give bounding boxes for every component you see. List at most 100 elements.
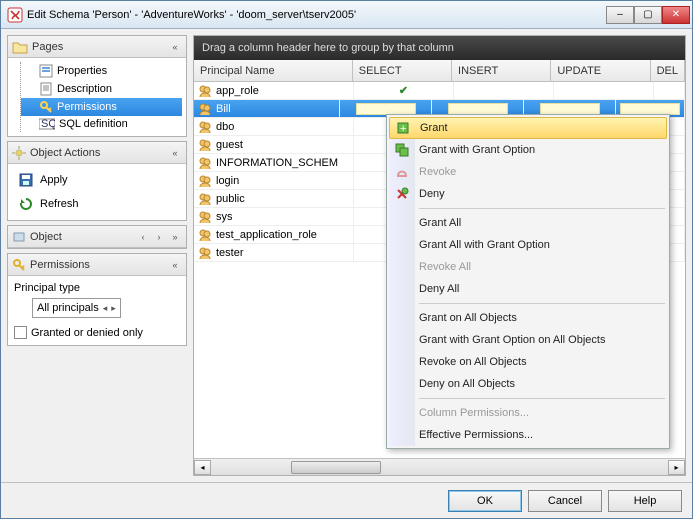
col-delete[interactable]: DEL <box>651 60 685 81</box>
folder-icon <box>12 40 28 54</box>
check-icon: ✔ <box>399 84 408 97</box>
col-select[interactable]: SELECT <box>353 60 452 81</box>
horizontal-scrollbar[interactable]: ◂ ▸ <box>194 458 685 475</box>
menu-item[interactable]: Deny All <box>389 278 667 300</box>
col-principal[interactable]: Principal Name <box>194 60 353 81</box>
perm-cell[interactable] <box>454 82 554 99</box>
grid-header: Principal Name SELECT INSERT UPDATE DEL <box>194 60 685 82</box>
scroll-left-button[interactable]: ◂ <box>194 460 211 475</box>
menu-item: Column Permissions... <box>389 402 667 424</box>
menu-label: Revoke <box>419 166 456 178</box>
menu-label: Deny <box>419 188 445 200</box>
menu-item: Revoke <box>389 161 667 183</box>
maximize-button[interactable]: ▢ <box>634 6 662 24</box>
principal-type-combo[interactable]: All principals ◂ ▸ <box>32 298 121 318</box>
help-button[interactable]: Help <box>608 490 682 512</box>
principal-name: guest <box>216 139 243 151</box>
menu-item[interactable]: Effective Permissions... <box>389 424 667 446</box>
tree-item-sql[interactable]: SQL SQL definition <box>21 116 182 132</box>
scroll-track[interactable] <box>211 460 668 475</box>
chevron-right-icon: ▸ <box>111 303 116 314</box>
principal-name: sys <box>216 211 233 223</box>
tree-label: Properties <box>57 65 107 77</box>
role-icon <box>198 156 212 170</box>
gear-icon <box>12 146 26 160</box>
tree-label: SQL definition <box>59 118 128 130</box>
description-icon <box>39 82 53 96</box>
menu-item[interactable]: Revoke on All Objects <box>389 351 667 373</box>
principal-name: Bill <box>216 103 231 115</box>
chevron-left-icon: ◂ <box>103 303 108 314</box>
menu-item[interactable]: Grant with Grant Option on All Objects <box>389 329 667 351</box>
edit-cell[interactable] <box>356 103 416 115</box>
menu-label: Grant All with Grant Option <box>419 239 550 251</box>
next-button[interactable]: › <box>152 230 166 244</box>
edit-cell[interactable] <box>540 103 600 115</box>
group-hint: Drag a column header here to group by th… <box>202 42 454 54</box>
pages-panel: Pages « Properties Description <box>7 35 187 137</box>
key-icon <box>12 258 26 272</box>
refresh-action[interactable]: Refresh <box>12 192 182 216</box>
ok-button[interactable]: OK <box>448 490 522 512</box>
collapse-icon[interactable]: « <box>168 40 182 54</box>
save-icon <box>18 172 34 188</box>
prev-button[interactable]: ‹ <box>136 230 150 244</box>
col-insert[interactable]: INSERT <box>452 60 551 81</box>
perm-cell[interactable] <box>654 82 685 99</box>
object-panel: Object ‹ › » <box>7 225 187 249</box>
collapse-icon[interactable]: « <box>168 258 182 272</box>
window-controls: – ▢ ✕ <box>606 6 690 24</box>
tree-item-permissions[interactable]: Permissions <box>21 98 182 116</box>
scroll-right-button[interactable]: ▸ <box>668 460 685 475</box>
tree-item-properties[interactable]: Properties <box>21 62 182 80</box>
menu-item[interactable]: Grant on All Objects <box>389 307 667 329</box>
edit-cell[interactable] <box>620 103 680 115</box>
pages-title: Pages <box>32 41 63 53</box>
cancel-button[interactable]: Cancel <box>528 490 602 512</box>
perm-cell[interactable]: ✔ <box>354 82 454 99</box>
svg-text:+: + <box>400 123 406 135</box>
grant-icon: + <box>395 120 411 136</box>
close-button[interactable]: ✕ <box>662 6 690 24</box>
menu-label: Deny All <box>419 283 459 295</box>
menu-item[interactable]: Grant All with Grant Option <box>389 234 667 256</box>
titlebar: Edit Schema 'Person' - 'AdventureWorks' … <box>1 1 692 29</box>
granted-only-checkbox[interactable] <box>14 326 27 339</box>
menu-item[interactable]: + Grant <box>389 117 667 139</box>
menu-label: Grant <box>420 122 448 134</box>
tree-label: Description <box>57 83 112 95</box>
pages-tree: Properties Description Permissions SQL <box>8 58 186 136</box>
menu-item[interactable]: Deny on All Objects <box>389 373 667 395</box>
collapse-icon[interactable]: « <box>168 146 182 160</box>
expand-icon[interactable]: » <box>168 230 182 244</box>
table-row[interactable]: app_role✔ <box>194 82 685 100</box>
refresh-icon <box>18 196 34 212</box>
object-actions-title: Object Actions <box>30 147 100 159</box>
window-title: Edit Schema 'Person' - 'AdventureWorks' … <box>27 9 606 21</box>
scroll-thumb[interactable] <box>291 461 381 474</box>
principal-name: tester <box>216 247 244 259</box>
minimize-button[interactable]: – <box>606 6 634 24</box>
menu-label: Revoke on All Objects <box>419 356 527 368</box>
group-by-bar[interactable]: Drag a column header here to group by th… <box>194 36 685 60</box>
principal-name: INFORMATION_SCHEM <box>216 157 338 169</box>
perm-cell[interactable] <box>554 82 654 99</box>
combo-value: All principals <box>37 302 99 314</box>
tree-label: Permissions <box>57 101 117 113</box>
refresh-label: Refresh <box>40 198 79 210</box>
menu-item[interactable]: Grant All <box>389 212 667 234</box>
role-icon <box>198 102 212 116</box>
col-update[interactable]: UPDATE <box>551 60 650 81</box>
sql-icon: SQL <box>39 118 55 130</box>
menu-label: Grant All <box>419 217 461 229</box>
edit-cell[interactable] <box>448 103 508 115</box>
menu-label: Grant with Grant Option on All Objects <box>419 334 605 346</box>
menu-item[interactable]: Deny <box>389 183 667 205</box>
dialog-footer: OK Cancel Help <box>1 482 692 518</box>
tree-item-description[interactable]: Description <box>21 80 182 98</box>
grant-opt-icon <box>394 142 410 158</box>
apply-action[interactable]: Apply <box>12 168 182 192</box>
revoke-icon <box>394 164 410 180</box>
menu-item[interactable]: Grant with Grant Option <box>389 139 667 161</box>
granted-only-label: Granted or denied only <box>31 327 143 339</box>
